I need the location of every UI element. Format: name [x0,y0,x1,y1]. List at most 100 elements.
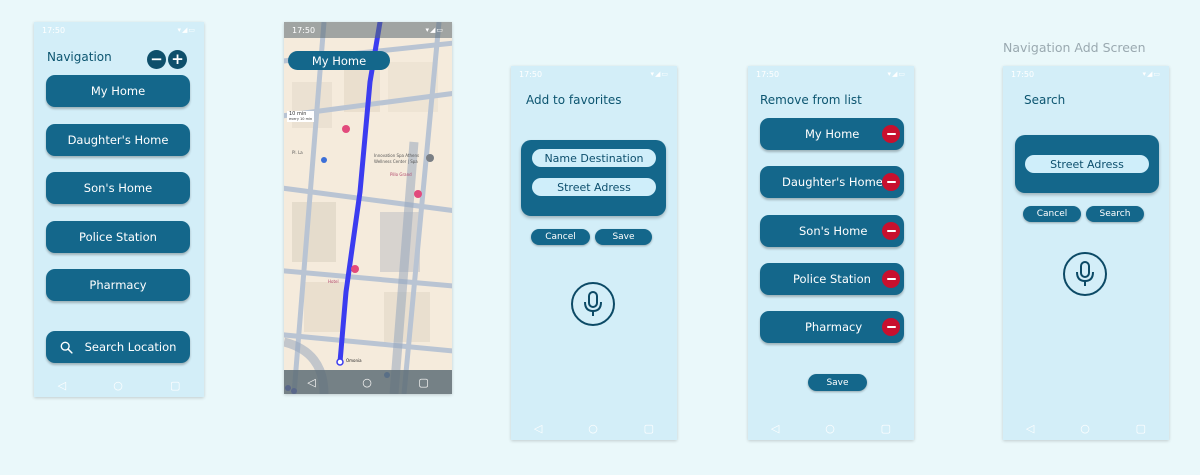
destination-my-home[interactable]: My Home [46,75,190,107]
item-label: Son's Home [799,224,868,238]
remove-icon[interactable] [882,125,900,143]
remove-icon[interactable] [882,270,900,288]
system-nav-bar: ◁ ○ ▢ [1003,416,1169,440]
search-icon [60,341,73,354]
remove-item-pharmacy: Pharmacy [760,311,904,343]
item-label: Police Station [793,272,871,286]
map-label-spa-sub: Wellness Center | Spa [374,159,418,164]
page-title: Add to favorites [526,93,622,107]
back-icon[interactable]: ◁ [307,376,315,389]
phone-map: 10 min every 10 min Pl. La Innovation Sp… [284,22,452,394]
destination-label: Police Station [79,230,157,244]
map-label-spa: Innovation Spa Athens [374,153,420,158]
microphone-icon [584,291,602,316]
destination-label: Pharmacy [89,278,147,292]
home-icon[interactable]: ○ [825,422,835,435]
map-label-hotel-b: Hotel [328,279,339,284]
voice-input-button[interactable] [571,282,615,326]
status-bar: 17:50 ▾◢▭ [1003,66,1169,82]
save-button[interactable]: Save [595,229,652,245]
status-time: 17:50 [42,25,66,35]
search-button[interactable]: Search [1086,206,1144,222]
destination-police-station[interactable]: Police Station [46,221,190,253]
map-view[interactable] [284,22,452,394]
status-icons: ▾◢▭ [425,26,444,34]
system-nav-bar: ◁ ○ ▢ [748,416,914,440]
home-icon[interactable]: ○ [113,379,123,392]
recents-icon[interactable]: ▢ [418,376,428,389]
status-icons: ▾◢▭ [1142,70,1161,78]
recents-icon[interactable]: ▢ [1136,422,1146,435]
system-nav-bar: ◁ ○ ▢ [34,373,204,397]
plus-icon: + [171,50,184,68]
minus-icon: − [150,50,163,68]
remove-icon[interactable] [882,318,900,336]
transit-frequency: every 10 min [289,116,313,121]
active-destination-label: My Home [311,53,367,68]
phone-search: 17:50 ▾◢▭ Search Street Adress Cancel Se… [1003,66,1169,440]
remove-item-sons-home: Son's Home [760,215,904,247]
destination-pharmacy[interactable]: Pharmacy [46,269,190,301]
phone-navigation: 17:50 ▾◢▭ Navigation − + My Home Daughte… [34,22,204,397]
destination-sons-home[interactable]: Son's Home [46,172,190,204]
status-icons: ▾◢▭ [650,70,669,78]
status-time: 17:50 [1011,69,1035,79]
map-label-omonia: Omonia [346,358,362,363]
cancel-button[interactable]: Cancel [1023,206,1081,222]
status-bar: 17:50 ▾◢▭ [284,22,452,38]
status-time: 17:50 [519,69,543,79]
phone-remove-list: 17:50 ▾◢▭ Remove from list My Home Daugh… [748,66,914,440]
active-destination-chip[interactable]: My Home [288,51,390,70]
remove-item-police-station: Police Station [760,263,904,295]
status-bar: 17:50 ▾◢▭ [748,66,914,82]
microphone-icon [1076,261,1094,286]
system-nav-bar: ◁ ○ ▢ [284,370,452,394]
back-icon[interactable]: ◁ [771,422,779,435]
item-label: Daughter's Home [782,175,883,189]
search-location-button[interactable]: Search Location [46,331,190,363]
status-icons: ▾◢▭ [177,26,196,34]
page-title: Navigation [47,50,112,64]
system-nav-bar: ◁ ○ ▢ [511,416,677,440]
back-icon[interactable]: ◁ [534,422,542,435]
name-destination-field[interactable]: Name Destination [532,149,656,167]
search-location-label: Search Location [84,340,177,354]
add-button[interactable]: + [168,50,187,69]
status-bar: 17:50 ▾◢▭ [34,22,204,38]
recents-icon[interactable]: ▢ [881,422,891,435]
add-favorite-form: Name Destination Street Adress [521,140,666,216]
home-icon[interactable]: ○ [588,422,598,435]
phone-add-favorites: 17:50 ▾◢▭ Add to favorites Name Destinat… [511,66,677,440]
item-label: My Home [805,127,860,141]
status-time: 17:50 [756,69,780,79]
save-button[interactable]: Save [808,374,867,391]
remove-button[interactable]: − [147,50,166,69]
screen-caption: Navigation Add Screen [1003,40,1146,55]
recents-icon[interactable]: ▢ [644,422,654,435]
destination-daughters-home[interactable]: Daughter's Home [46,124,190,156]
cancel-button[interactable]: Cancel [531,229,590,245]
status-bar: 17:50 ▾◢▭ [511,66,677,82]
map-label-street: Pl. La [292,150,303,155]
back-icon[interactable]: ◁ [1026,422,1034,435]
back-icon[interactable]: ◁ [58,379,66,392]
destination-label: My Home [90,84,146,98]
remove-icon[interactable] [882,222,900,240]
remove-icon[interactable] [882,173,900,191]
street-address-field[interactable]: Street Adress [1025,155,1149,173]
home-icon[interactable]: ○ [362,376,372,389]
search-form: Street Adress [1015,135,1159,193]
page-title: Remove from list [760,93,862,107]
recents-icon[interactable]: ▢ [170,379,180,392]
status-icons: ▾◢▭ [887,70,906,78]
voice-input-button[interactable] [1063,252,1107,296]
destination-label: Son's Home [83,181,153,195]
transit-badge[interactable]: 10 min every 10 min [287,111,315,123]
street-address-field[interactable]: Street Adress [532,178,656,196]
home-icon[interactable]: ○ [1080,422,1090,435]
destination-label: Daughter's Home [67,133,169,147]
remove-item-daughters-home: Daughter's Home [760,166,904,198]
status-time: 17:50 [292,25,316,35]
item-label: Pharmacy [805,320,863,334]
remove-item-my-home: My Home [760,118,904,150]
